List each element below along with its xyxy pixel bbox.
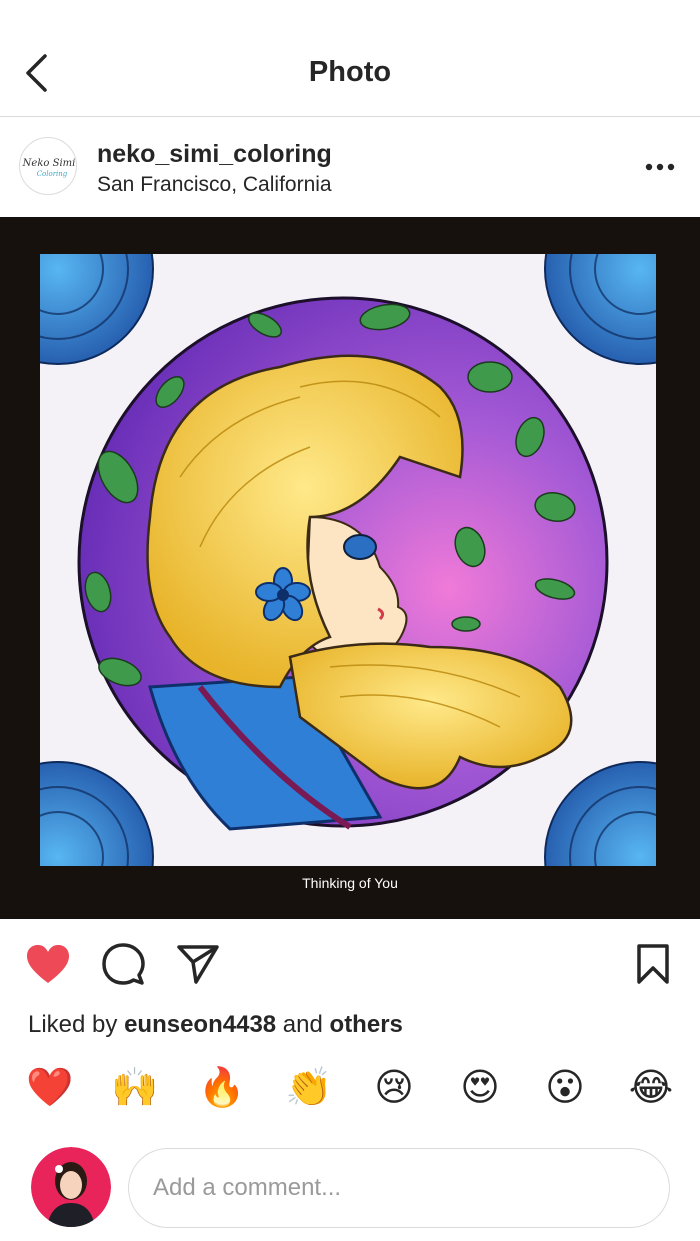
- reaction-heart-eyes[interactable]: 😍: [455, 1062, 505, 1112]
- avatar-logo-image: Neko Simi Coloring: [22, 158, 76, 178]
- likes-others-link[interactable]: others: [330, 1011, 403, 1038]
- bookmark-icon: [637, 944, 669, 984]
- avatar-logo-text-top: Neko Simi: [22, 158, 76, 169]
- more-horizontal-icon: [645, 163, 675, 171]
- comment-bar: [0, 1140, 700, 1241]
- save-button[interactable]: [630, 941, 676, 987]
- image-caption-text: Thinking of You: [302, 875, 398, 891]
- paper-plane-icon: [177, 945, 219, 984]
- likes-prefix: Liked by: [28, 1011, 125, 1038]
- avatar-logo-text-bottom: Coloring: [37, 170, 68, 178]
- reaction-crying[interactable]: 😢: [369, 1062, 419, 1112]
- page-title: Photo: [308, 56, 392, 88]
- likes-middle: and: [276, 1011, 330, 1038]
- coloring-artwork: [0, 217, 700, 919]
- like-button[interactable]: [25, 941, 71, 987]
- post-header: Neko Simi Coloring neko_simi_coloring Sa…: [0, 117, 700, 217]
- post-image[interactable]: Thinking of You: [0, 217, 700, 919]
- profile-avatar[interactable]: Neko Simi Coloring: [19, 137, 77, 195]
- comment-input[interactable]: [128, 1148, 670, 1228]
- post-location[interactable]: San Francisco, California: [97, 173, 332, 197]
- post-username[interactable]: neko_simi_coloring: [97, 140, 332, 169]
- reaction-raising-hands[interactable]: 🙌: [110, 1062, 160, 1112]
- reaction-heart[interactable]: ❤️: [25, 1062, 75, 1112]
- likes-summary: Liked by eunseon4438 and others: [28, 1011, 403, 1039]
- comment-icon: [102, 943, 145, 985]
- quick-reactions: ❤️ 🙌 🔥 👏 😢 😍 😮 😂: [0, 1062, 700, 1118]
- reaction-laughing[interactable]: 😂: [626, 1062, 676, 1112]
- likes-user-link[interactable]: eunseon4438: [124, 1011, 276, 1038]
- comment-button[interactable]: [100, 941, 146, 987]
- reaction-fire[interactable]: 🔥: [197, 1062, 247, 1112]
- reaction-surprised[interactable]: 😮: [540, 1062, 590, 1112]
- current-user-avatar: [31, 1147, 111, 1227]
- reaction-clapping[interactable]: 👏: [284, 1062, 334, 1112]
- more-options-button[interactable]: [636, 153, 684, 181]
- share-button[interactable]: [175, 941, 221, 987]
- top-bar: Photo: [0, 0, 700, 117]
- heart-filled-icon: [27, 945, 69, 983]
- post-actions: [0, 919, 700, 1009]
